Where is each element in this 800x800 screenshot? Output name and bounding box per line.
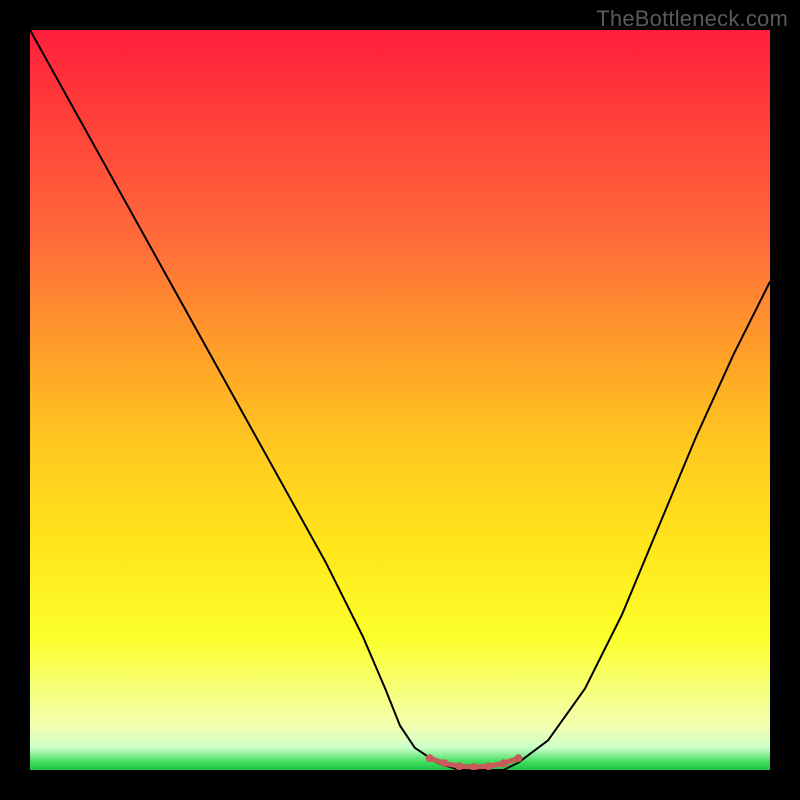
bottom-marker-dot [426,754,434,762]
bottom-marker-dot [485,762,493,770]
watermark-text: TheBottleneck.com [596,6,788,32]
bottom-marker-dot [455,762,463,770]
bottom-marker-dot [440,759,448,767]
bottleneck-curve [30,30,770,770]
curve-svg [30,30,770,770]
bottom-marker-dot [500,759,508,767]
plot-area [30,30,770,770]
chart-frame: TheBottleneck.com [0,0,800,800]
bottom-marker-dot [514,754,522,762]
bottom-marker-dot [470,763,478,770]
